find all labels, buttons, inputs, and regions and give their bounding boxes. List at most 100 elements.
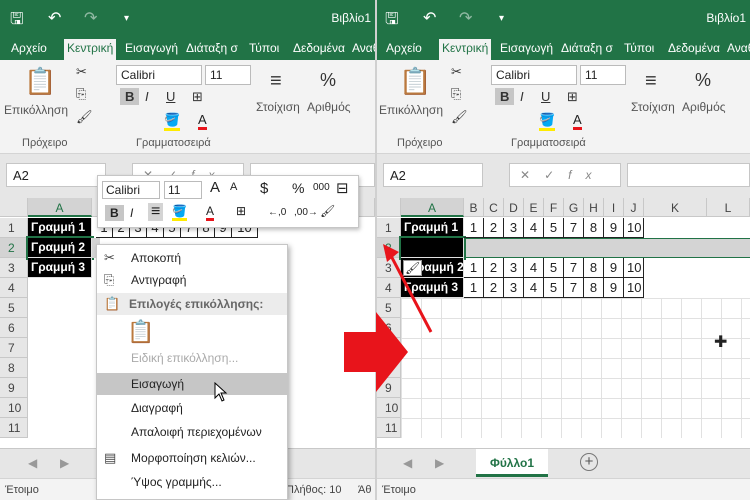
- row-header-7[interactable]: 7: [0, 338, 28, 358]
- empty-grid-area[interactable]: [401, 298, 750, 438]
- shrink-font-button[interactable]: A: [230, 181, 237, 193]
- select-all-corner[interactable]: [377, 198, 401, 217]
- cell-f4[interactable]: 5: [544, 278, 564, 298]
- borders-icon[interactable]: ⊞: [192, 89, 203, 105]
- tab-file[interactable]: Αρχείο: [8, 39, 50, 60]
- column-header-a[interactable]: A: [401, 198, 464, 217]
- tab-data[interactable]: Δεδομένα: [290, 39, 348, 60]
- mini-font-size-select[interactable]: 11: [164, 181, 202, 199]
- italic-button[interactable]: I: [520, 89, 524, 104]
- font-name-select[interactable]: Calibri: [116, 65, 202, 85]
- cell-h4[interactable]: 8: [584, 278, 604, 298]
- mini-bold-button[interactable]: B: [105, 205, 124, 221]
- menu-item-format-cells[interactable]: ▤ Μορφοποίηση κελιών...: [97, 447, 287, 469]
- cell-h3[interactable]: 8: [584, 258, 604, 278]
- cell-d3[interactable]: 3: [504, 258, 524, 278]
- row-header-10[interactable]: 10: [0, 398, 28, 418]
- paste-label[interactable]: Επικόλληση: [4, 103, 68, 117]
- number-label[interactable]: Αριθμός: [682, 100, 726, 114]
- cell-c3[interactable]: 2: [484, 258, 504, 278]
- save-icon[interactable]: 🖫: [385, 8, 399, 35]
- column-header-h[interactable]: H: [584, 198, 604, 217]
- row-header-8[interactable]: 8: [0, 358, 28, 378]
- cell-c4[interactable]: 2: [484, 278, 504, 298]
- save-icon[interactable]: 🖫: [10, 8, 24, 35]
- cell-e4[interactable]: 4: [524, 278, 544, 298]
- cell-f3[interactable]: 5: [544, 258, 564, 278]
- scroll-left-icon[interactable]: ◀: [403, 456, 412, 470]
- percent-button[interactable]: %: [292, 180, 304, 196]
- tab-formulas[interactable]: Τύποι: [621, 39, 657, 60]
- column-header-b[interactable]: B: [464, 198, 484, 217]
- borders-icon[interactable]: ⊞: [567, 89, 578, 105]
- cell-j4[interactable]: 10: [624, 278, 644, 298]
- font-size-select[interactable]: 11: [580, 65, 626, 85]
- mini-align-icon[interactable]: ≡: [148, 203, 164, 221]
- column-header-f[interactable]: F: [544, 198, 564, 217]
- cell-a3[interactable]: Γραμμή 3: [28, 258, 92, 278]
- menu-item-clear-contents[interactable]: Απαλοιφή περιεχομένων: [97, 421, 287, 443]
- cell-i3[interactable]: 9: [604, 258, 624, 278]
- row-header-5[interactable]: 5: [0, 298, 28, 318]
- row-header-3[interactable]: 3: [0, 258, 28, 278]
- row-header-2[interactable]: 2: [0, 238, 28, 258]
- copy-icon[interactable]: ⎘: [451, 86, 461, 102]
- redo-icon[interactable]: ↷: [84, 8, 97, 28]
- paste-icon[interactable]: 📋: [24, 66, 56, 97]
- row-header-4[interactable]: 4: [0, 278, 28, 298]
- cell-f1[interactable]: 5: [544, 218, 564, 238]
- cell-d4[interactable]: 3: [504, 278, 524, 298]
- merge-center-icon[interactable]: ⊟: [336, 179, 349, 197]
- add-sheet-button[interactable]: +: [580, 453, 598, 471]
- font-color-icon[interactable]: A: [573, 112, 582, 130]
- redo-icon[interactable]: ↷: [459, 8, 472, 28]
- paste-icon[interactable]: 📋: [127, 319, 154, 345]
- tab-page-layout[interactable]: Διάταξη σ: [558, 39, 616, 60]
- cell-b4[interactable]: 1: [464, 278, 484, 298]
- scissors-icon[interactable]: ✂: [76, 64, 87, 80]
- cell-g4[interactable]: 7: [564, 278, 584, 298]
- row-header-6[interactable]: 6: [0, 318, 28, 338]
- mini-format-painter-icon[interactable]: 🖌: [320, 204, 335, 218]
- fx-icon[interactable]: fx: [568, 168, 605, 182]
- row-header-10[interactable]: 10: [377, 398, 401, 418]
- scroll-left-icon[interactable]: ◀: [28, 456, 37, 470]
- increase-decimal-button[interactable]: ←,0: [268, 207, 286, 218]
- row-header-1[interactable]: 1: [377, 218, 401, 238]
- mini-font-color-icon[interactable]: A: [206, 204, 215, 221]
- name-box[interactable]: A2: [6, 163, 106, 187]
- format-painter-icon[interactable]: 🖌: [451, 109, 468, 125]
- menu-item-cut[interactable]: ✂ Αποκοπή: [97, 247, 287, 269]
- tab-data[interactable]: Δεδομένα: [665, 39, 723, 60]
- paste-icon[interactable]: 📋: [399, 66, 431, 97]
- tab-insert[interactable]: Εισαγωγή: [497, 39, 556, 60]
- row-header-9[interactable]: 9: [0, 378, 28, 398]
- customize-qat-icon[interactable]: ▾: [499, 13, 504, 24]
- tab-home[interactable]: Κεντρική: [439, 39, 492, 60]
- fill-color-icon[interactable]: 🪣: [164, 112, 181, 131]
- column-header-d[interactable]: D: [504, 198, 524, 217]
- copy-icon[interactable]: ⎘: [76, 86, 86, 102]
- tab-formulas[interactable]: Τύποι: [246, 39, 282, 60]
- alignment-icon[interactable]: ≡: [270, 70, 282, 93]
- cell-b1[interactable]: 1: [464, 218, 484, 238]
- row-header-11[interactable]: 11: [377, 418, 401, 438]
- column-header-e[interactable]: E: [524, 198, 544, 217]
- undo-icon[interactable]: ↶: [48, 8, 61, 28]
- scroll-right-icon[interactable]: ▶: [60, 456, 69, 470]
- alignment-label[interactable]: Στοίχιση: [256, 100, 300, 114]
- tab-review[interactable]: Αναθ: [349, 39, 375, 60]
- alignment-icon[interactable]: ≡: [645, 70, 657, 93]
- cell-d1[interactable]: 3: [504, 218, 524, 238]
- cell-j1[interactable]: 10: [624, 218, 644, 238]
- sheet-tab-1[interactable]: Φύλλο1: [476, 449, 548, 477]
- column-header-c[interactable]: C: [484, 198, 504, 217]
- row-header-1[interactable]: 1: [0, 218, 28, 238]
- cell-b3[interactable]: 1: [464, 258, 484, 278]
- right-spreadsheet-grid[interactable]: A B C D E F G H I J K L 1 2 3 4 5 6 7 8 …: [377, 198, 750, 448]
- menu-item-insert[interactable]: Εισαγωγή: [97, 373, 287, 395]
- cell-j3[interactable]: 10: [624, 258, 644, 278]
- font-name-select[interactable]: Calibri: [491, 65, 577, 85]
- formula-input[interactable]: [627, 163, 750, 187]
- currency-button[interactable]: $: [260, 180, 268, 197]
